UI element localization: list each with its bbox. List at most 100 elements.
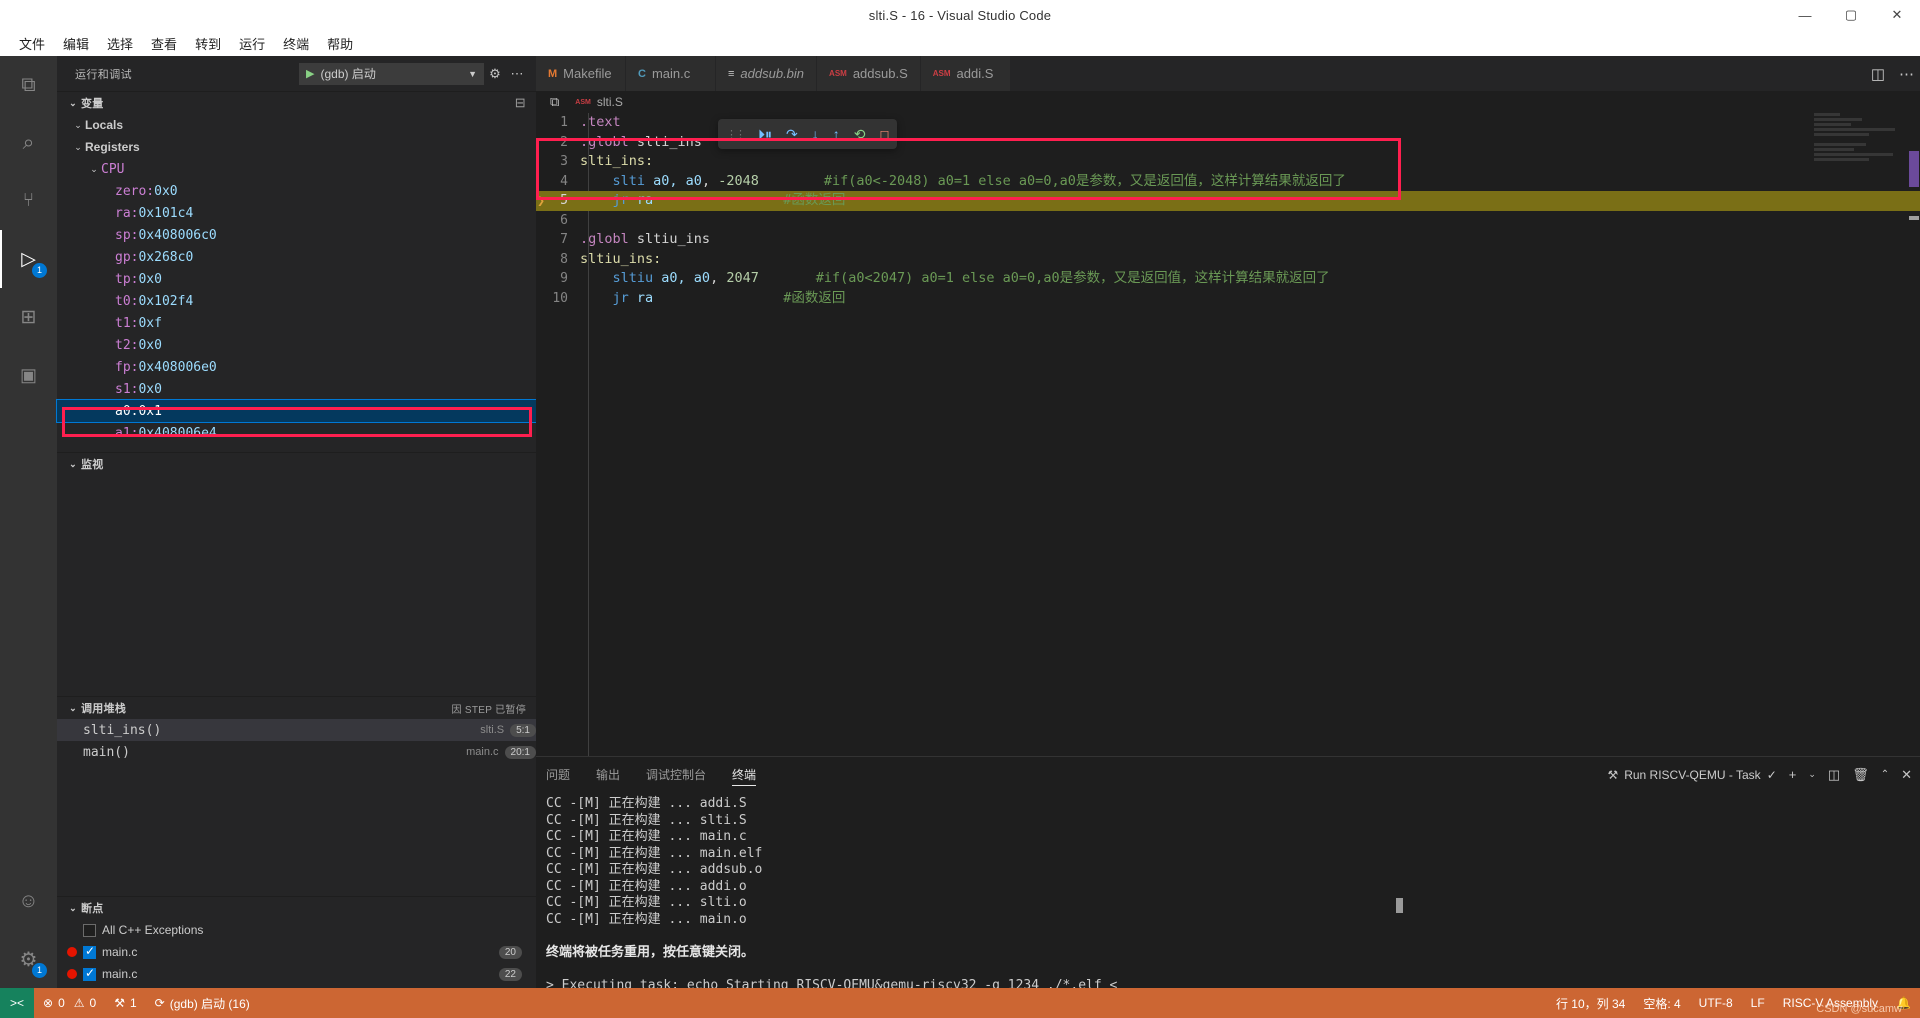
code-line[interactable]: 9 sltiu a0, a0, 2047 #if(a0<2047) a0=1 e… <box>536 269 1920 289</box>
step-into-button[interactable]: ↓ <box>812 126 819 142</box>
variables-group-registers[interactable]: ⌄ Registers <box>57 136 536 158</box>
chevron-down-icon[interactable]: ⌄ <box>1808 769 1816 780</box>
editor-tab[interactable]: MMakefile <box>536 56 626 91</box>
breakpoint-checkbox[interactable] <box>83 924 96 937</box>
variables-section-header[interactable]: ⌄ 变量 ⊟ <box>57 92 536 114</box>
split-terminal-icon[interactable]: ◫ <box>1828 767 1840 783</box>
run-and-debug-icon[interactable]: ▷ 1 <box>0 230 57 288</box>
gear-icon[interactable]: ⚙ <box>484 63 506 85</box>
breakpoint-row[interactable]: main.c20 <box>57 941 536 963</box>
ports-indicator[interactable]: ⚒ 1 <box>105 988 145 1018</box>
menu-item-view[interactable]: 查看 <box>142 32 186 55</box>
search-icon[interactable]: ⌕ <box>0 114 57 172</box>
register-row[interactable]: t1: 0xf <box>57 312 536 334</box>
register-row[interactable]: a1: 0x408006e4 <box>57 422 536 444</box>
chevron-down-icon[interactable]: ▼ <box>468 69 477 79</box>
start-debug-icon[interactable]: ▶ <box>306 67 314 80</box>
menu-item-file[interactable]: 文件 <box>10 32 54 55</box>
explorer-icon[interactable]: ⧉ <box>0 56 57 114</box>
breakpoint-row[interactable]: main.c22 <box>57 963 536 985</box>
panel-tab[interactable]: 终端 <box>732 757 756 792</box>
panel-tab[interactable]: 调试控制台 <box>646 757 706 792</box>
continue-button[interactable]: ⏵⏸ <box>758 126 772 143</box>
register-row[interactable]: a0: 0x1 <box>57 400 536 422</box>
collapse-all-icon[interactable]: ⊟ <box>515 95 526 110</box>
outline-icon[interactable]: ⧉ <box>550 94 559 110</box>
new-terminal-icon[interactable]: + <box>1789 767 1797 782</box>
kill-terminal-icon[interactable]: 🗑 <box>1852 767 1869 783</box>
register-row[interactable]: ra: 0x101c4 <box>57 202 536 224</box>
encoding[interactable]: UTF-8 <box>1690 988 1742 1018</box>
menu-item-terminal[interactable]: 终端 <box>274 32 318 55</box>
breakpoint-row[interactable]: All C++ Exceptions <box>57 919 536 941</box>
menu-bar: 文件 编辑 选择 查看 转到 运行 终端 帮助 <box>0 30 1920 56</box>
code-line[interactable]: 4 slti a0, a0, -2048 #if(a0<-2048) a0=1 … <box>536 172 1920 192</box>
drag-handle-icon[interactable]: ⋮⋮ <box>726 128 744 141</box>
watch-section-header[interactable]: ⌄ 监视 <box>57 453 536 475</box>
close-panel-icon[interactable]: ✕ <box>1901 767 1912 783</box>
close-button[interactable]: ✕ <box>1874 0 1920 30</box>
more-actions-icon[interactable]: ⋯ <box>1899 65 1914 83</box>
register-row[interactable]: fp: 0x408006e0 <box>57 356 536 378</box>
menu-item-select[interactable]: 选择 <box>98 32 142 55</box>
step-out-button[interactable]: ↑ <box>833 126 840 142</box>
editor-tab[interactable]: ASMaddsub.S <box>817 56 921 91</box>
extensions-icon[interactable]: ⊞ <box>0 288 57 346</box>
editor-tab[interactable]: Cmain.c <box>626 56 716 91</box>
menu-item-go[interactable]: 转到 <box>186 32 230 55</box>
code-line[interactable]: 8sltiu_ins: <box>536 250 1920 270</box>
terminal-output[interactable]: CC -[M] 正在构建 ... addi.SCC -[M] 正在构建 ... … <box>536 792 1920 956</box>
accounts-icon[interactable]: ☺ <box>0 872 57 930</box>
restart-button[interactable]: ⟲ <box>854 126 866 143</box>
code-line[interactable]: 6 <box>536 211 1920 231</box>
register-row[interactable]: t0: 0x102f4 <box>57 290 536 312</box>
breakpoint-checkbox[interactable] <box>83 946 96 959</box>
menu-item-help[interactable]: 帮助 <box>318 32 362 55</box>
remote-indicator[interactable]: >< <box>0 988 34 1018</box>
launch-configuration-select[interactable]: ▶ (gdb) 启动 ▼ <box>299 63 484 85</box>
code-line[interactable]: 10 jr ra #函数返回 <box>536 289 1920 309</box>
debug-session-indicator[interactable]: ⟳ (gdb) 启动 (16) <box>146 988 259 1018</box>
register-row[interactable]: s1: 0x0 <box>57 378 536 400</box>
indentation[interactable]: 空格: 4 <box>1634 988 1689 1018</box>
menu-item-run[interactable]: 运行 <box>230 32 274 55</box>
remote-explorer-icon[interactable]: ▣ <box>0 346 57 404</box>
minimize-button[interactable]: — <box>1782 0 1828 30</box>
breakpoints-section-header[interactable]: ⌄ 断点 <box>57 897 536 919</box>
source-control-icon[interactable]: ⑂ <box>0 172 57 230</box>
register-row[interactable]: tp: 0x0 <box>57 268 536 290</box>
editor-scrollbar-thumb[interactable] <box>1909 151 1919 187</box>
more-actions-icon[interactable]: ⋯ <box>506 63 528 85</box>
settings-icon[interactable]: ⚙ 1 <box>0 930 57 988</box>
maximize-panel-icon[interactable]: ⌃ <box>1881 769 1889 780</box>
editor-tab[interactable]: ASMaddi.S <box>921 56 1011 91</box>
code-line[interactable]: ❯5 jr ra #函数返回 <box>536 191 1920 211</box>
breadcrumb-file[interactable]: slti.S <box>597 95 623 109</box>
register-row[interactable]: t2: 0x0 <box>57 334 536 356</box>
menu-item-edit[interactable]: 编辑 <box>54 32 98 55</box>
eol[interactable]: LF <box>1742 988 1774 1018</box>
panel-tab[interactable]: 问题 <box>546 757 570 792</box>
split-editor-icon[interactable]: ◫ <box>1871 65 1885 83</box>
callstack-frame[interactable]: slti_ins()slti.S5:1 <box>57 719 536 741</box>
minimap[interactable] <box>1814 113 1906 233</box>
code-editor[interactable]: 1.text2.globl slti_ins3slti_ins:4 slti a… <box>536 113 1920 756</box>
editor-tab[interactable]: ≡addsub.bin <box>716 56 817 91</box>
register-row[interactable]: gp: 0x268c0 <box>57 246 536 268</box>
cursor-position[interactable]: 行 10，列 34 <box>1547 988 1634 1018</box>
callstack-section-header[interactable]: ⌄ 调用堆栈 因 STEP 已暂停 <box>57 697 536 719</box>
terminal-name[interactable]: ⚒ Run RISCV-QEMU - Task ✓ <box>1607 768 1776 782</box>
callstack-frame[interactable]: main()main.c20:1 <box>57 741 536 763</box>
variables-group-locals[interactable]: ⌄ Locals <box>57 114 536 136</box>
code-line[interactable]: 3slti_ins: <box>536 152 1920 172</box>
step-over-button[interactable]: ↷ <box>786 126 798 143</box>
code-line[interactable]: 7.globl sltiu_ins <box>536 230 1920 250</box>
register-row[interactable]: zero: 0x0 <box>57 180 536 202</box>
stop-button[interactable]: ◻ <box>879 127 889 141</box>
panel-tab[interactable]: 输出 <box>596 757 620 792</box>
registers-group-cpu[interactable]: ⌄ CPU <box>57 158 536 180</box>
register-row[interactable]: sp: 0x408006c0 <box>57 224 536 246</box>
maximize-button[interactable]: ▢ <box>1828 0 1874 30</box>
breakpoint-checkbox[interactable] <box>83 968 96 981</box>
problems-indicator[interactable]: ⊗ 0 ⚠ 0 <box>34 988 105 1018</box>
